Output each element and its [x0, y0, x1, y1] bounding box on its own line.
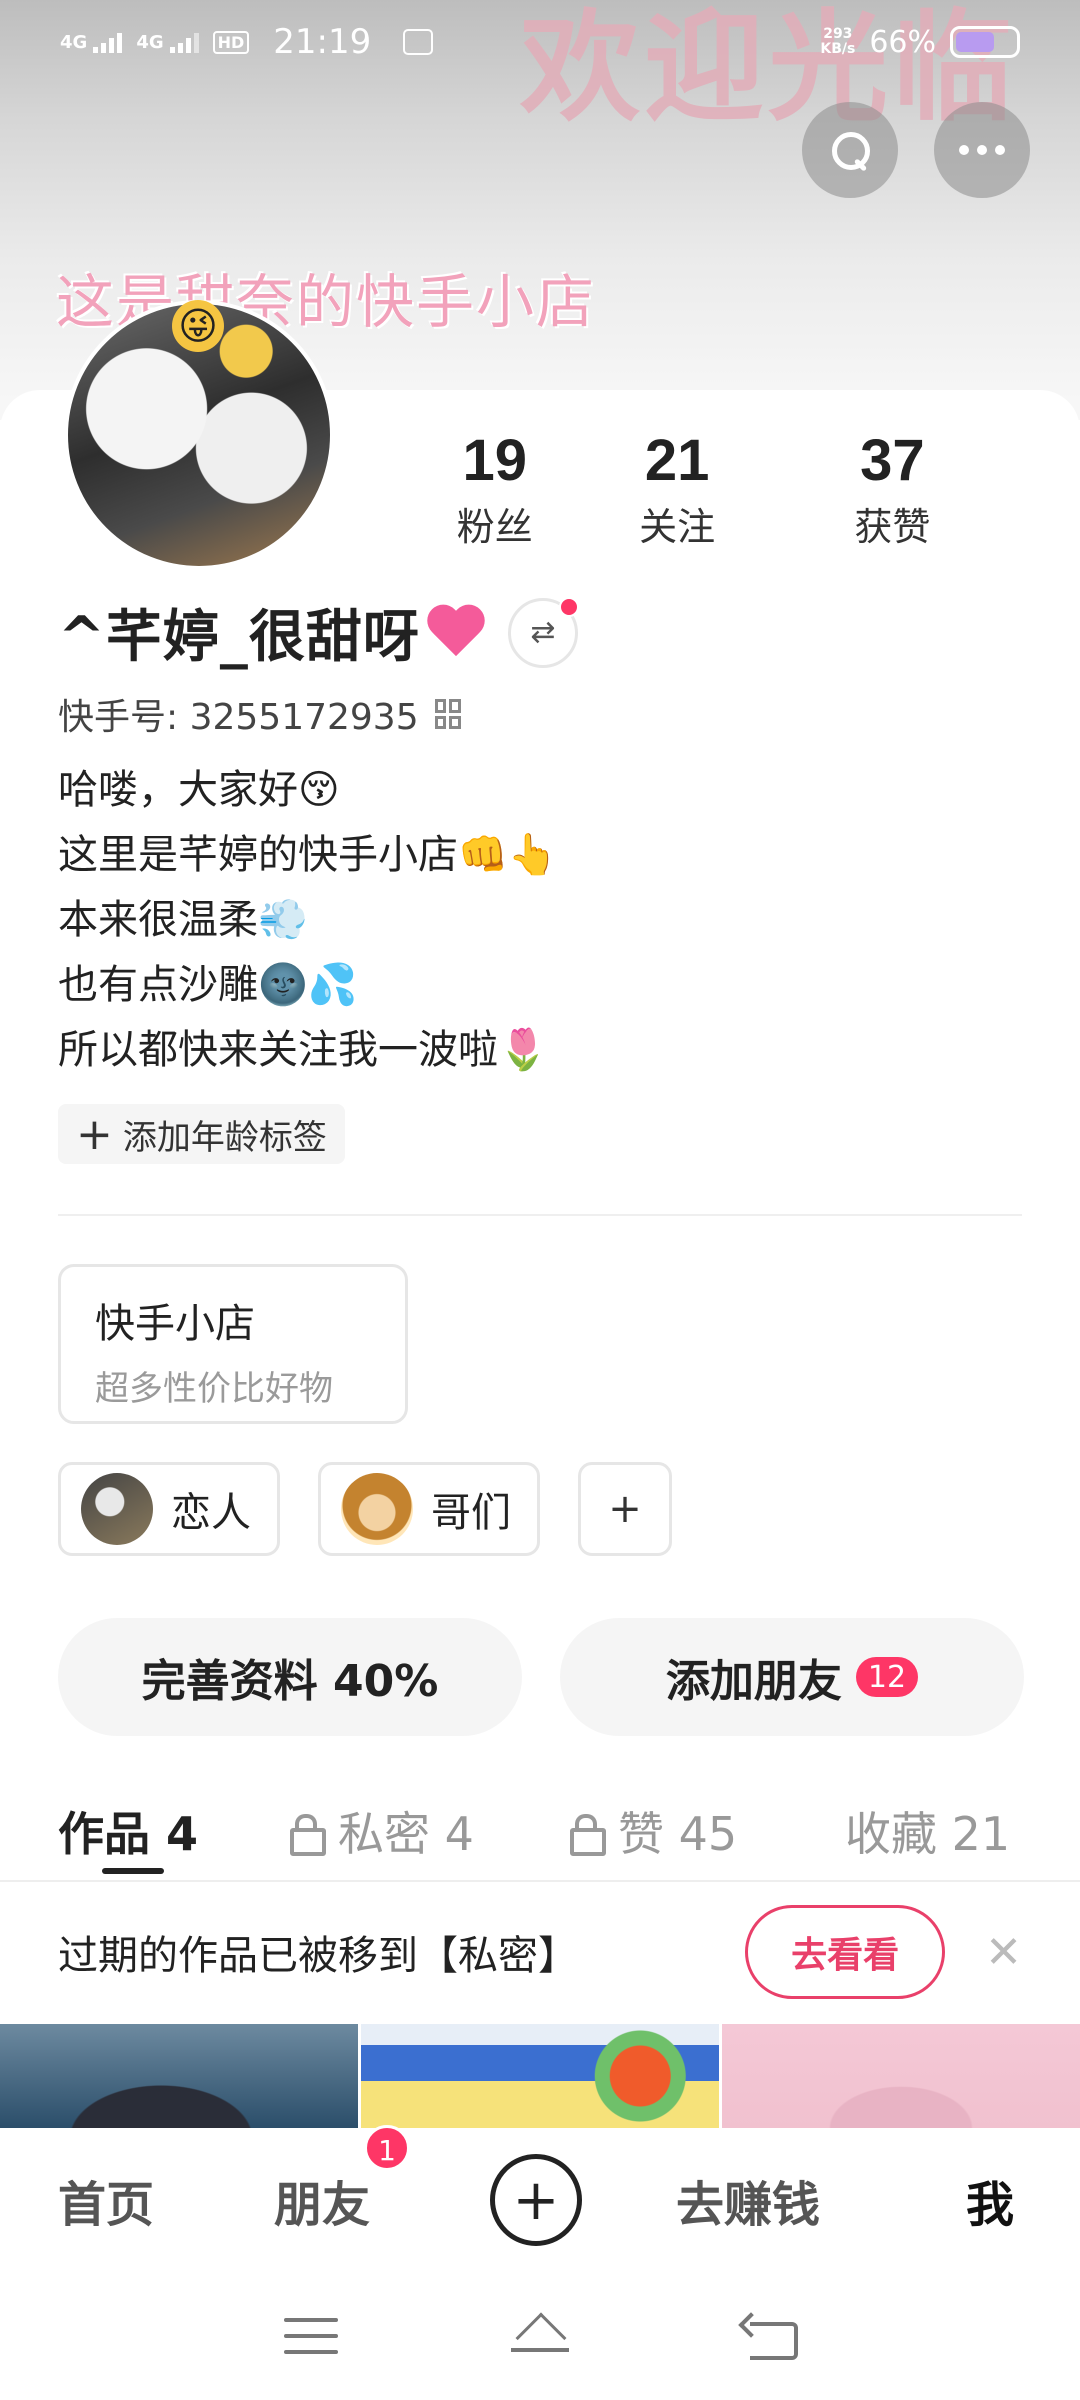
tab-private[interactable]: 私密 4 [290, 1798, 570, 1864]
work-thumbnail[interactable] [722, 2024, 1080, 2128]
bio-line: 也有点沙雕🌚💦 [58, 962, 358, 1008]
bio-line: 哈喽，大家好😚 [58, 767, 340, 813]
add-relation-button[interactable]: + [578, 1462, 672, 1556]
tab-label: 私密 4 [338, 1807, 474, 1861]
chip-label: 哥们 [431, 1490, 511, 1536]
network-speed: 293 KB/s [820, 26, 856, 57]
stat-following[interactable]: 21 关注 [569, 428, 784, 551]
notification-dot [558, 596, 579, 617]
complete-profile-label: 完善资料 40% [141, 1656, 439, 1707]
work-thumbnail[interactable] [0, 2024, 358, 2128]
account-id: 快手号: 3255172935 [58, 697, 419, 738]
qr-code-icon[interactable] [434, 699, 461, 729]
tab-works[interactable]: 作品 4 [58, 1798, 290, 1874]
hd-voice-icon: HD [212, 30, 250, 54]
complete-profile-button[interactable]: 完善资料 40% [58, 1618, 522, 1736]
battery-percent: 66% [869, 24, 936, 60]
battery-icon [950, 26, 1020, 58]
signal-icon: 4G [136, 32, 199, 53]
switch-account-button[interactable]: ⇄ [507, 596, 579, 668]
lock-icon [290, 1814, 326, 1856]
nav-home[interactable]: 首页 [58, 2165, 274, 2235]
more-button[interactable] [934, 102, 1030, 198]
profile-stats: 19 粉丝 21 关注 37 获赞 [420, 428, 1000, 551]
stat-fans[interactable]: 19 粉丝 [420, 428, 569, 551]
add-friends-label: 添加朋友 [665, 1656, 842, 1707]
notice-text: 过期的作品已被移到【私密】 [58, 1933, 578, 1979]
work-thumbnail[interactable] [361, 2024, 719, 2128]
relation-chips: 恋人 哥们 + [58, 1462, 672, 1556]
bio-line: 所以都快来关注我一波啦🌷 [58, 1027, 548, 1073]
count-badge: 1 [364, 2125, 410, 2171]
plus-icon: + [512, 2167, 560, 2233]
system-navigation-bar [0, 2272, 1080, 2400]
age-tag-label: 添加年龄标签 [122, 1117, 327, 1158]
home-icon[interactable] [505, 2314, 575, 2358]
message-notification-icon [403, 29, 434, 55]
tab-label: 收藏 21 [845, 1807, 1011, 1861]
profile-actions: 完善资料 40% 添加朋友 12 [58, 1618, 1024, 1736]
avatar [341, 1473, 413, 1545]
count-badge: 12 [855, 1657, 919, 1697]
switch-account-icon: ⇄ [530, 615, 556, 650]
status-bar: 4G 4G HD 21:19 293 KB/s 66% [0, 0, 1080, 84]
expired-works-notice: 过期的作品已被移到【私密】 去看看 ✕ [0, 1882, 1080, 2022]
divider [58, 1214, 1022, 1216]
avatar-emoji-sticker: 😜 [172, 300, 224, 352]
back-icon[interactable] [742, 2316, 799, 2360]
bio-line: 这里是芊婷的快手小店👊👆 [58, 832, 558, 878]
stat-likes[interactable]: 37 获赞 [785, 428, 1000, 551]
bio: 哈喽，大家好😚 这里是芊婷的快手小店👊👆 本来很温柔💨 也有点沙雕🌚💦 所以都快… [58, 758, 558, 1083]
content-tabs: 作品 4 私密 4 赞 45 收藏 21 [58, 1786, 1080, 1876]
tab-label: 赞 45 [618, 1807, 738, 1861]
nav-earn[interactable]: 去赚钱 [676, 2165, 966, 2235]
bio-line: 本来很温柔💨 [58, 897, 308, 943]
nickname-row: ^芊婷_很甜呀 ⇄ [58, 592, 579, 673]
shop-title: 快手小店 [95, 1301, 255, 1347]
works-grid [0, 2024, 1080, 2128]
shop-subtitle: 超多性价比好物 [95, 1369, 333, 1409]
search-button[interactable] [802, 102, 898, 198]
avatar [81, 1473, 153, 1545]
nav-me[interactable]: 我 [966, 2165, 1014, 2235]
nav-friends[interactable]: 朋友 1 [274, 2125, 490, 2235]
nickname: ^芊婷_很甜呀 [58, 605, 420, 670]
lock-icon [570, 1814, 606, 1856]
shop-card[interactable]: 快手小店 超多性价比好物 [58, 1264, 408, 1424]
add-friends-button[interactable]: 添加朋友 12 [560, 1618, 1024, 1736]
plus-icon: + [608, 1486, 642, 1532]
tab-likes[interactable]: 赞 45 [570, 1798, 845, 1864]
menu-icon[interactable] [283, 2318, 338, 2354]
relation-chip-buddies[interactable]: 哥们 [318, 1462, 540, 1556]
add-age-tag-button[interactable]: + 添加年龄标签 [58, 1104, 345, 1164]
chip-label: 恋人 [171, 1490, 251, 1536]
nav-label: 朋友 [274, 2177, 371, 2233]
bottom-nav: 首页 朋友 1 + 去赚钱 我 [0, 2125, 1080, 2272]
tab-favorites[interactable]: 收藏 21 [845, 1798, 1010, 1864]
relation-chip-lover[interactable]: 恋人 [58, 1462, 280, 1556]
search-icon [830, 130, 870, 170]
tab-label: 作品 4 [58, 1807, 199, 1861]
view-button[interactable]: 去看看 [745, 1905, 946, 1999]
close-icon[interactable]: ✕ [985, 1927, 1022, 1978]
more-dots-icon [959, 145, 1005, 155]
status-time: 21:19 [273, 22, 372, 62]
account-id-row[interactable]: 快手号: 3255172935 [58, 688, 461, 740]
signal-icon: 4G [60, 32, 123, 53]
pink-heart-icon [426, 606, 486, 660]
create-button[interactable]: + [490, 2154, 582, 2246]
plus-icon: + [76, 1108, 113, 1160]
